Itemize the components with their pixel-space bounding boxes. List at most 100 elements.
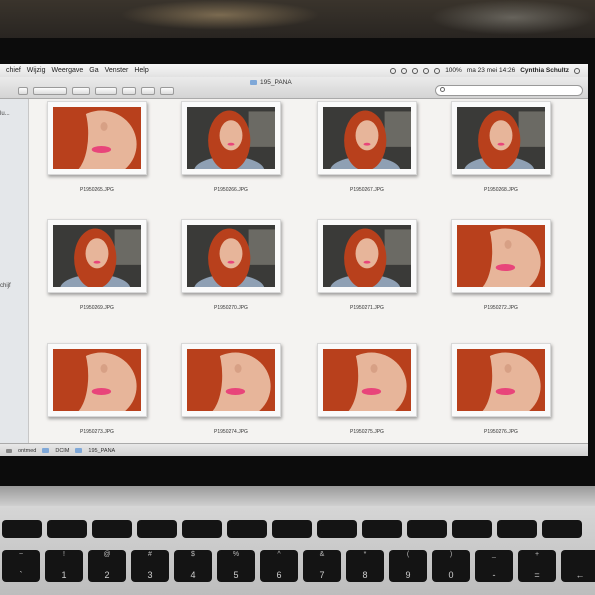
finder-sidebar: lu... chijf	[0, 99, 29, 443]
path-item-folder[interactable]: 195_PANA	[88, 448, 115, 454]
disk-icon	[6, 448, 12, 453]
function-key[interactable]	[182, 520, 222, 538]
window-title-text: 195_PANA	[260, 79, 292, 86]
photo-image	[53, 349, 141, 411]
file-name-label[interactable]: P1950267.JPG	[317, 187, 417, 193]
photo-thumbnail[interactable]	[317, 219, 417, 293]
spotlight-icon[interactable]	[574, 67, 580, 74]
key-9[interactable]: (9	[389, 550, 427, 582]
menu-venster[interactable]: Venster	[105, 67, 129, 74]
photo-thumbnail[interactable]	[451, 219, 551, 293]
function-key[interactable]	[272, 520, 312, 538]
function-key[interactable]	[227, 520, 267, 538]
status-area: 100% ma 23 mei 14:26 Cynthia Schultz	[390, 64, 580, 77]
photo-thumbnail[interactable]	[47, 219, 147, 293]
search-icon	[440, 87, 445, 92]
timemachine-icon[interactable]	[401, 67, 408, 74]
back-button[interactable]	[18, 87, 28, 95]
wifi-icon[interactable]	[412, 67, 419, 74]
finder-toolbar: 195_PANA	[0, 77, 588, 99]
function-key[interactable]	[362, 520, 402, 538]
menu-bar: chief Wijzig Weergave Ga Venster Help 10…	[0, 64, 588, 78]
clock[interactable]: ma 23 mei 14:26	[467, 67, 515, 74]
key-1[interactable]: ! 1	[45, 550, 83, 582]
file-name-label[interactable]: P1950271.JPG	[317, 305, 417, 311]
photo-thumbnail[interactable]	[451, 101, 551, 175]
key-0[interactable]: ~ `	[2, 550, 40, 582]
sync-icon[interactable]	[390, 67, 397, 74]
function-key[interactable]	[407, 520, 447, 538]
menu-weergave[interactable]: Weergave	[51, 67, 83, 74]
photo-image	[323, 107, 411, 169]
file-name-label[interactable]: P1950272.JPG	[451, 305, 551, 311]
sidebar-item-1[interactable]: lu...	[0, 111, 10, 117]
function-key[interactable]	[2, 520, 42, 538]
photo-thumbnail[interactable]	[181, 219, 281, 293]
photo-image	[53, 107, 141, 169]
photo-thumbnail[interactable]	[317, 101, 417, 175]
bluetooth-icon[interactable]	[434, 67, 441, 74]
key-12[interactable]: + =	[518, 550, 556, 582]
file-name-label[interactable]: P1950265.JPG	[47, 187, 147, 193]
path-bar: ontmed DCIM 195_PANA	[0, 443, 588, 456]
file-name-label[interactable]: P1950274.JPG	[181, 429, 281, 435]
path-item-disk[interactable]: ontmed	[18, 448, 36, 454]
icon-grid: P1950265.JPG P1950266.JPG P1950267.JPG P195…	[29, 99, 588, 443]
photo-thumbnail[interactable]	[317, 343, 417, 417]
file-name-label[interactable]: P1950269.JPG	[47, 305, 147, 311]
folder-icon	[250, 80, 257, 85]
laptop-screen: chief Wijzig Weergave Ga Venster Help 10…	[0, 64, 588, 456]
key-6[interactable]: ^ 6	[260, 550, 298, 582]
key-10[interactable]: ) 0	[432, 550, 470, 582]
volume-icon[interactable]	[423, 67, 430, 74]
keyboard: ~ `! 1 @2 #3 $4% 5 ^ 6 & 7 * 8(9) 0 _ - + = ←	[0, 506, 595, 595]
window-glow	[430, 0, 595, 35]
folder-icon	[42, 448, 50, 453]
sidebar-item-2[interactable]: chijf	[0, 283, 11, 289]
key-4[interactable]: $4	[174, 550, 212, 582]
function-key[interactable]	[47, 520, 87, 538]
key-11[interactable]: _ -	[475, 550, 513, 582]
file-name-label[interactable]: P1950266.JPG	[181, 187, 281, 193]
key-8[interactable]: * 8	[346, 550, 384, 582]
tags-button[interactable]	[141, 87, 155, 95]
key-7[interactable]: & 7	[303, 550, 341, 582]
search-input[interactable]	[435, 85, 583, 96]
file-name-label[interactable]: P1950275.JPG	[317, 429, 417, 435]
share-button[interactable]	[122, 87, 136, 95]
menu-ga[interactable]: Ga	[89, 67, 98, 74]
view-mode-buttons[interactable]	[33, 87, 67, 95]
photo-thumbnail[interactable]	[451, 343, 551, 417]
file-name-label[interactable]: P1950268.JPG	[451, 187, 551, 193]
function-key[interactable]	[92, 520, 132, 538]
quicklook-button[interactable]	[72, 87, 90, 95]
photo-image	[323, 349, 411, 411]
action-menu-button[interactable]	[95, 87, 117, 95]
function-key[interactable]	[317, 520, 357, 538]
photo-thumbnail[interactable]	[47, 343, 147, 417]
user-name[interactable]: Cynthia Schultz	[520, 67, 569, 74]
menu-help[interactable]: Help	[134, 67, 148, 74]
path-item-dcim[interactable]: DCIM	[55, 448, 69, 454]
function-key[interactable]	[497, 520, 537, 538]
key-5[interactable]: % 5	[217, 550, 255, 582]
function-key[interactable]	[452, 520, 492, 538]
photo-image	[323, 225, 411, 287]
file-name-label[interactable]: P1950276.JPG	[451, 429, 551, 435]
battery-level[interactable]: 100%	[445, 67, 462, 74]
photo-image	[187, 349, 275, 411]
function-key[interactable]	[542, 520, 582, 538]
key-3[interactable]: #3	[131, 550, 169, 582]
photo-thumbnail[interactable]	[181, 101, 281, 175]
file-name-label[interactable]: P1950273.JPG	[47, 429, 147, 435]
window-title: 195_PANA	[250, 79, 292, 86]
key-2[interactable]: @2	[88, 550, 126, 582]
key-13[interactable]: ←	[561, 550, 595, 582]
function-key[interactable]	[137, 520, 177, 538]
photo-thumbnail[interactable]	[47, 101, 147, 175]
menu-wijzig[interactable]: Wijzig	[27, 67, 46, 74]
menu-archief[interactable]: chief	[6, 67, 21, 74]
file-name-label[interactable]: P1950270.JPG	[181, 305, 281, 311]
arrange-button[interactable]	[160, 87, 174, 95]
photo-thumbnail[interactable]	[181, 343, 281, 417]
